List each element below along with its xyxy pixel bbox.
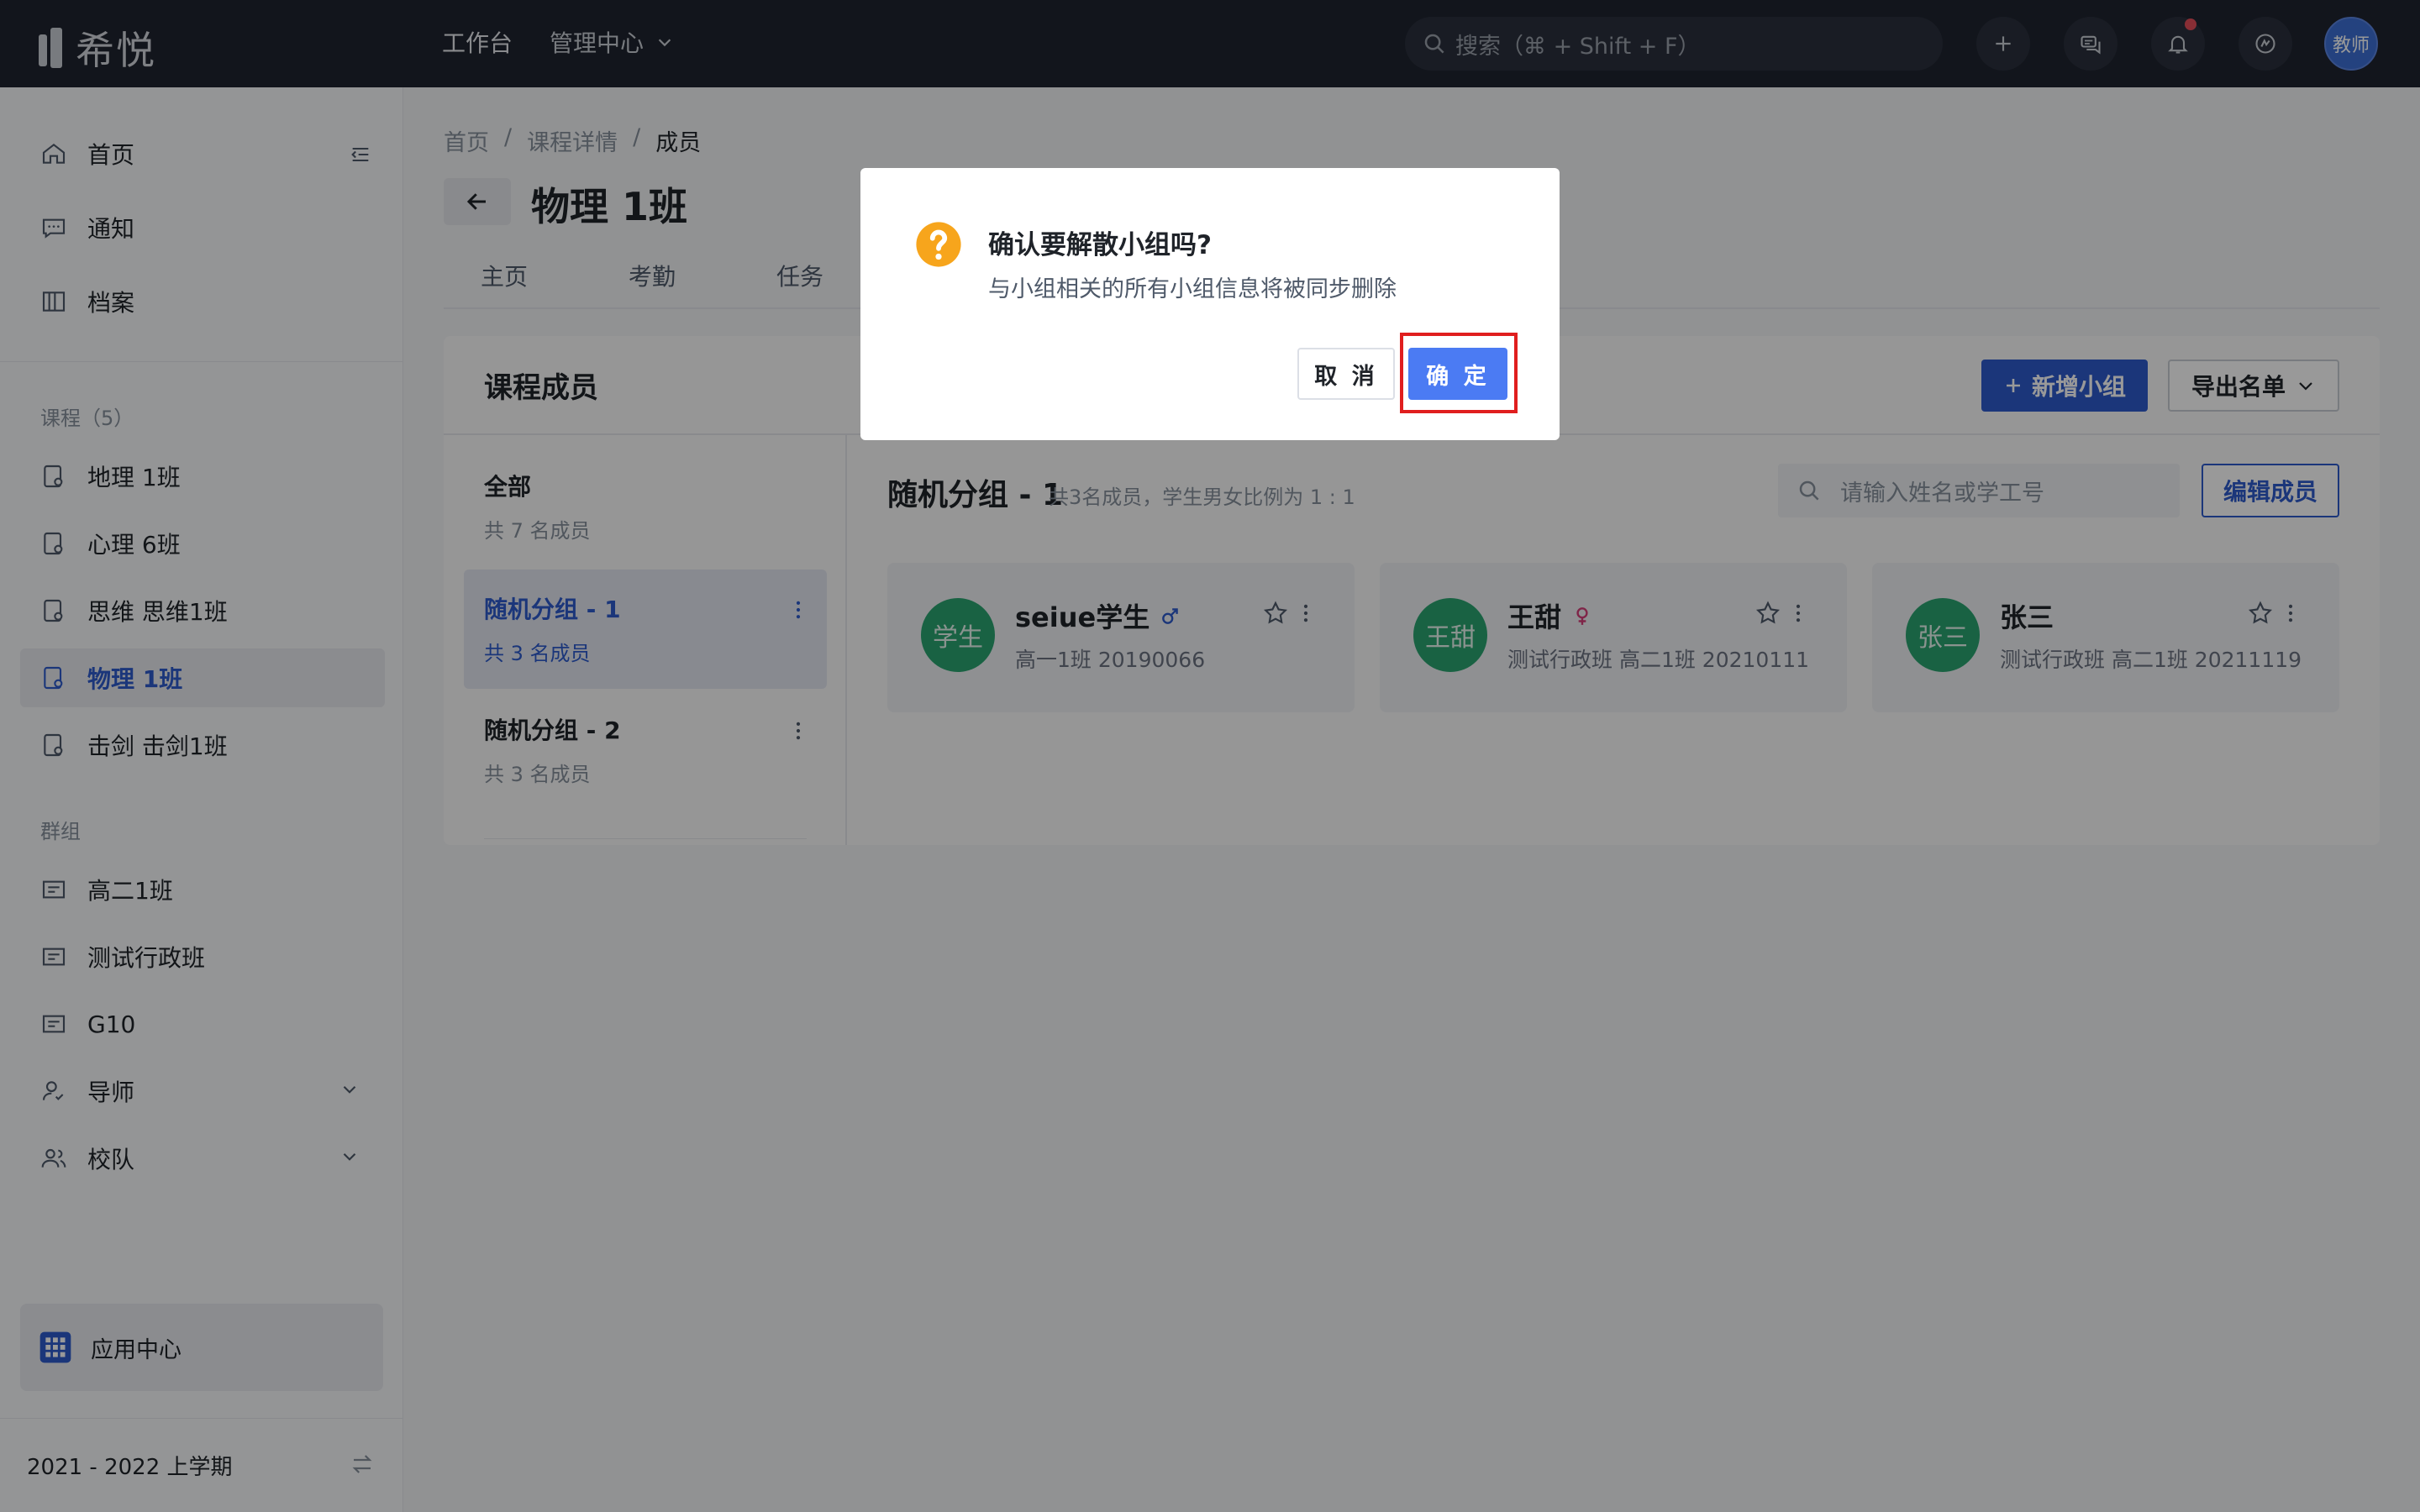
- question-icon: [916, 222, 961, 267]
- dialog-title: 确认要解散小组吗?: [988, 230, 1212, 260]
- highlight-box: [1400, 333, 1518, 413]
- dialog-description: 与小组相关的所有小组信息将被同步删除: [988, 276, 1397, 302]
- cancel-button[interactable]: 取 消: [1297, 348, 1395, 400]
